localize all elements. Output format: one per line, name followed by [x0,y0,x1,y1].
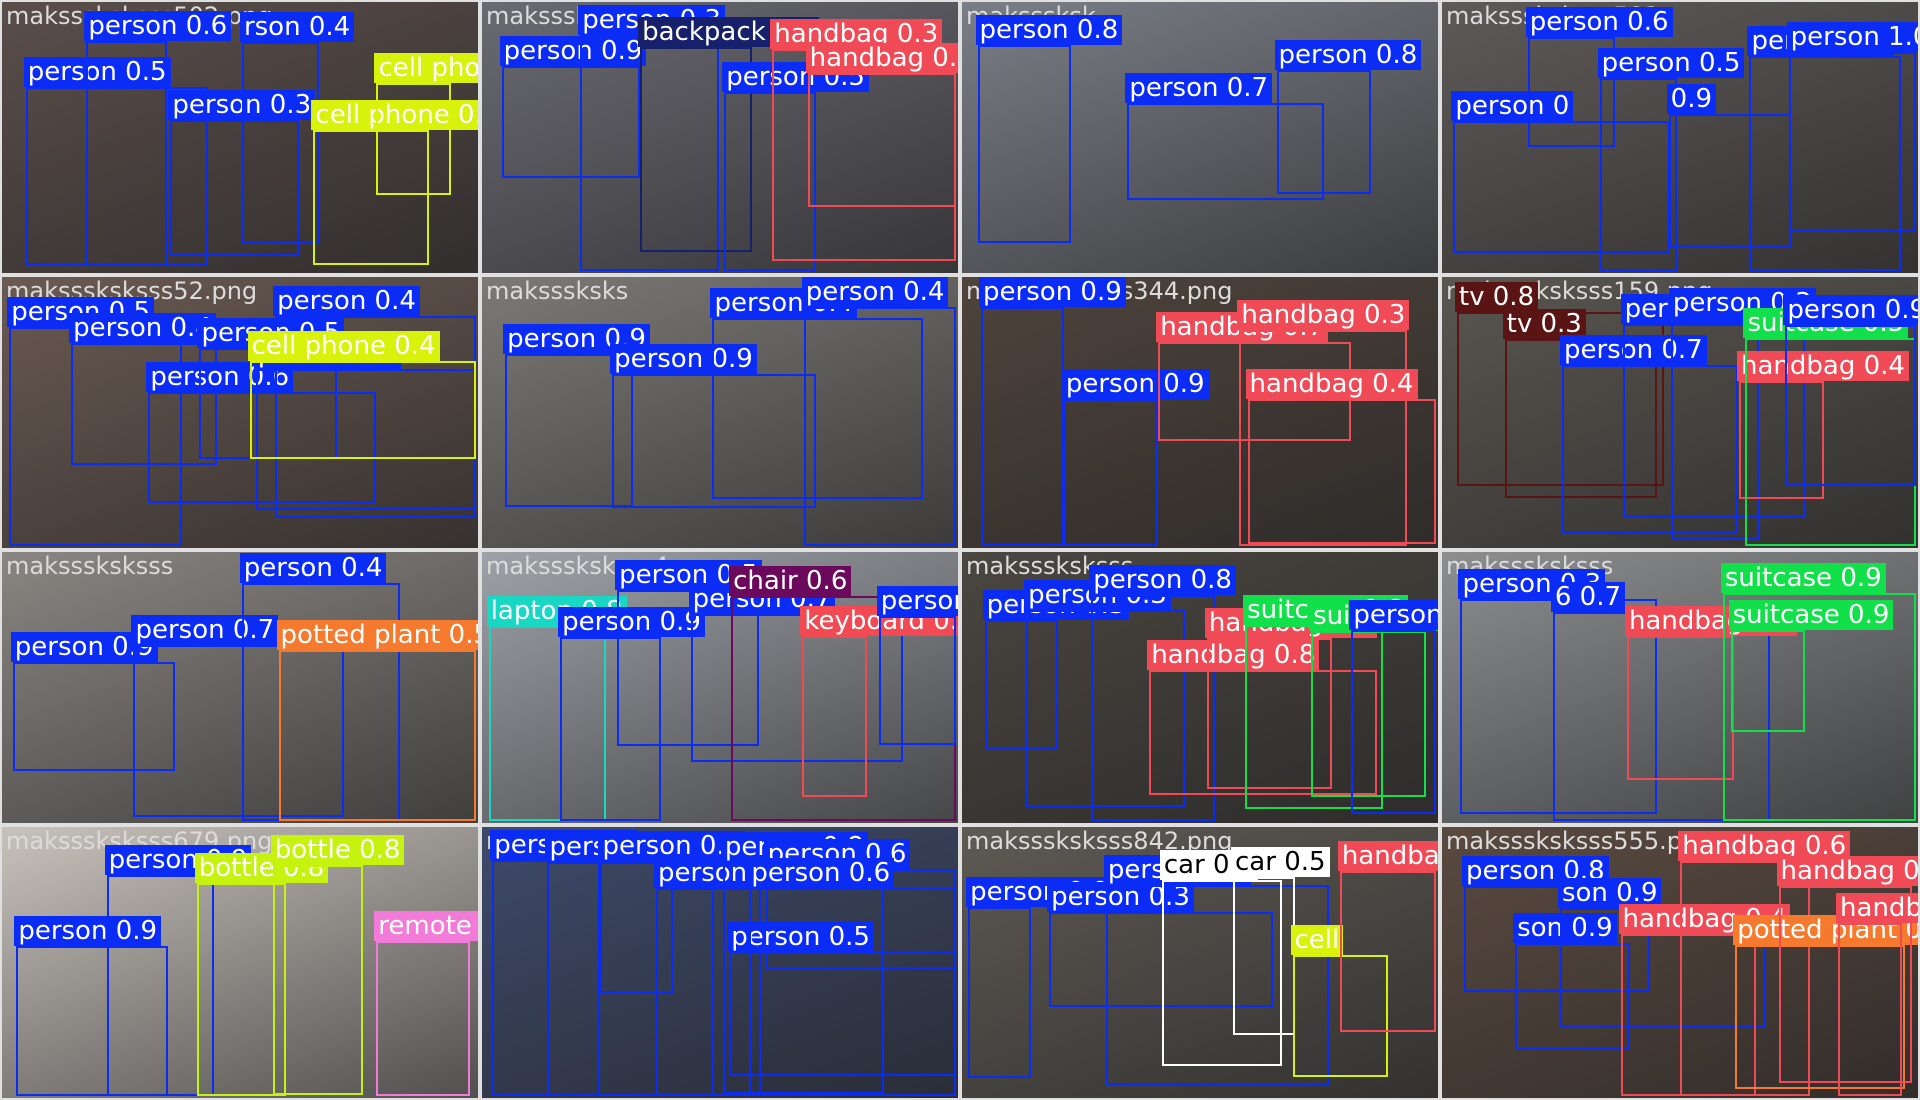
detection-label: handbag 0.3 [1337,841,1438,872]
detection-mosaic: maksssksksss502.pngperson 0.5person 0.6p… [0,0,1920,1100]
bounding-box [802,635,867,798]
detection-label: 0.9 [1666,83,1717,114]
bounding-box [249,361,476,460]
bounding-box [968,907,1031,1079]
bounding-box [1722,592,1916,821]
detection-label: person 0.8 [975,15,1123,46]
detection-label: tv 0.8 [1454,281,1539,312]
detection-label: person 0.4 [69,312,216,343]
detection-label: person 0.8 [1274,40,1422,71]
detection-label: person 0.4 [801,277,949,307]
image-tile[interactable]: maksssksksss159.png tv 0.8 tv 0.3 person 0.… [1440,275,1920,550]
image-tile[interactable]: maksssksksssperson 0.9person 0.3backpack… [480,0,960,275]
detection-label: person 0.4 [239,553,387,584]
tile-filename: maksssksks [486,277,629,305]
bounding-box [977,45,1071,244]
bounding-box [241,41,319,244]
bounding-box [1599,78,1677,271]
detection-label: cell [1290,924,1344,955]
bounding-box [1339,871,1436,1032]
image-tile[interactable]: maksssksksss4 laptop 0.8 person 0.9 person … [480,550,960,825]
bounding-box [1788,51,1916,231]
detection-label: person 0.6 [1525,7,1673,38]
detection-label: handbag 0.3 [805,42,958,73]
image-tile[interactable]: maksssksksssperson 0.3person 0.3person 0… [960,550,1440,825]
detection-label: person 1.0 [1786,21,1918,52]
detection-label: chair 0.6 [729,565,852,596]
detection-label: rson 0.4 [239,11,355,42]
detection-label: cell phone 0.4 [247,331,440,362]
bounding-box [376,83,452,196]
detection-label: bottle 0.8 [270,834,405,865]
image-tile[interactable]: maksssksksss842.png person 0.9 person 0.3 p… [960,825,1440,1100]
detection-label: car 0.5 [1231,846,1330,877]
bounding-box [1063,399,1158,546]
detection-label: person 0.4 [273,286,420,317]
image-tile[interactable]: maksssksksss502.pngperson 0.5person 0.6p… [0,0,480,275]
detection-label: person 0.5 [1597,48,1745,78]
detection-label: handbag 0.4 [1245,368,1418,399]
bounding-box [1247,398,1436,544]
bounding-box [1233,876,1295,1035]
image-tile[interactable]: maksssksksss52.pngperson 0.5person 0.4pe… [0,275,480,550]
bounding-box [1838,923,1902,1096]
bounding-box [278,650,476,821]
bounding-box [807,72,956,207]
bounding-box [1351,629,1436,815]
detection-label: handbag 0.5 [1836,893,1918,924]
image-tile[interactable]: maksssksksss679.png person 0.9 person 0.9 b… [0,825,480,1100]
detection-label: handbag 0.3 [1776,856,1918,887]
detection-label: remote 0.7 [374,911,478,942]
bounding-box [86,40,167,265]
image-tile[interactable]: makssskskperson 0.8person 0.7person 0.8 [960,0,1440,275]
bounding-box [878,616,956,746]
bounding-box [803,306,956,546]
bounding-box [1785,324,1916,487]
detection-label: potted plant 0.5 [276,620,478,651]
tile-filename: maksssksksss [6,552,174,580]
bounding-box [272,864,363,1096]
detection-label: person 0.6 [747,858,895,889]
image-tile[interactable]: maksssksksss person 0.9 person 0.7 person 0… [0,550,480,825]
bounding-box [1276,70,1371,194]
image-tile[interactable]: maksssksksss555.png person 0.8 son 0.9 son … [1440,825,1920,1100]
detection-label: person 0.9 [1783,294,1918,325]
bounding-box [981,306,1065,546]
detection-label: person 0.8 [1089,565,1236,596]
detection-label: person 0.9 [979,277,1126,307]
detection-label: person 0.3 [1349,599,1438,630]
detection-label: person 0.7 [1125,72,1273,103]
image-tile[interactable]: maksssksks person 0.9 person 0.9 person 0.4… [480,275,960,550]
detection-label: person 0.9 [876,586,958,617]
bounding-box [376,941,470,1096]
bounding-box [749,888,956,1096]
detection-label: handbag 0.3 [1237,299,1410,330]
detection-label: 6 0.7 [1550,582,1626,613]
image-tile[interactable]: maksssksksss person 0.3 6 0.7 handbag 0.7 su… [1440,550,1920,825]
image-tile[interactable]: maksssksksss344.pngperson 0.9person 0.9h… [960,275,1440,550]
detection-label: cell phon [374,53,478,83]
bounding-box [1626,636,1734,781]
detection-label: person 0.6 [84,10,232,41]
image-tile[interactable]: maksssksksss705.pngperson 0.7person 0.8p… [480,825,960,1100]
detection-label: suitcase 0.9 [1720,562,1886,593]
tile-filename: maksssksksss555.png [1446,827,1713,855]
image-tile[interactable]: maksssksksss583person 0person 0.6person … [1440,0,1920,275]
